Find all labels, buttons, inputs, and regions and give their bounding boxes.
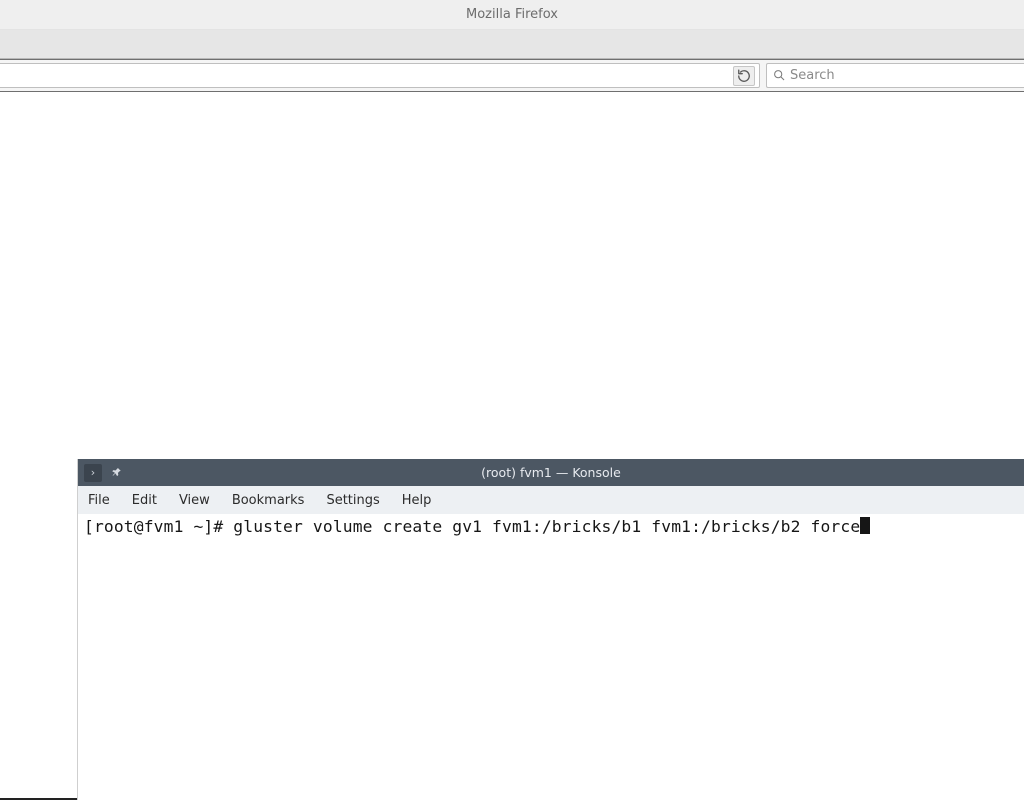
firefox-window-title: Mozilla Firefox <box>466 7 558 22</box>
pin-icon[interactable] <box>108 464 126 482</box>
konsole-window[interactable]: › (root) fvm1 — Konsole File Edit View B… <box>78 459 1024 800</box>
firefox-tabstrip[interactable] <box>0 30 1024 59</box>
konsole-window-title: (root) fvm1 — Konsole <box>78 465 1024 480</box>
search-icon <box>773 69 786 82</box>
terminal-command: gluster volume create gv1 fvm1:/bricks/b… <box>233 517 860 536</box>
reload-icon <box>737 69 751 83</box>
expand-icon[interactable]: › <box>84 464 102 482</box>
menu-settings[interactable]: Settings <box>326 493 379 508</box>
firefox-search-box[interactable]: Search <box>766 63 1024 88</box>
konsole-terminal[interactable]: [root@fvm1 ~]# gluster volume create gv1… <box>78 514 1024 800</box>
menu-edit[interactable]: Edit <box>132 493 157 508</box>
konsole-titlebar[interactable]: › (root) fvm1 — Konsole <box>78 459 1024 486</box>
terminal-cursor <box>860 517 870 534</box>
konsole-menubar: File Edit View Bookmarks Settings Help <box>78 486 1024 514</box>
search-placeholder: Search <box>790 68 835 83</box>
terminal-prompt: [root@fvm1 ~]# <box>84 517 233 536</box>
menu-bookmarks[interactable]: Bookmarks <box>232 493 305 508</box>
reload-button[interactable] <box>733 66 755 86</box>
konsole-titlebar-icons: › <box>84 464 126 482</box>
firefox-toolbar: Search <box>0 59 1024 92</box>
menu-file[interactable]: File <box>88 493 110 508</box>
menu-help[interactable]: Help <box>402 493 432 508</box>
firefox-url-bar[interactable] <box>0 63 760 88</box>
firefox-titlebar: Mozilla Firefox <box>0 0 1024 30</box>
menu-view[interactable]: View <box>179 493 210 508</box>
